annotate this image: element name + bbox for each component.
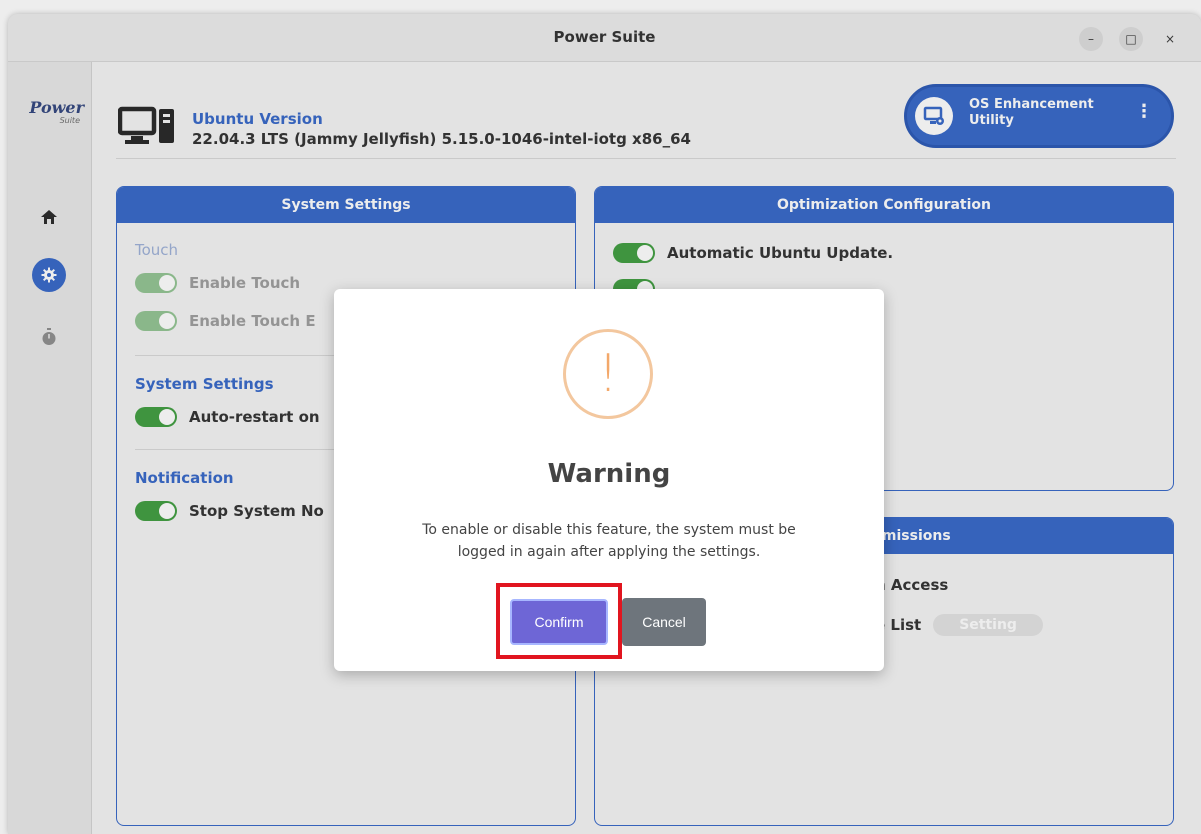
dialog-message-line2: logged in again after applying the setti… xyxy=(457,544,761,560)
cancel-button[interactable]: Cancel xyxy=(622,598,706,646)
warning-icon: ! xyxy=(563,329,653,419)
dialog-title: Warning xyxy=(547,459,671,489)
modal-overlay: ! Warning To enable or disable this feat… xyxy=(0,0,1201,834)
confirm-highlight-box xyxy=(496,583,622,659)
dialog-message: To enable or disable this feature, the s… xyxy=(364,519,854,563)
dialog-message-line1: To enable or disable this feature, the s… xyxy=(422,522,796,538)
